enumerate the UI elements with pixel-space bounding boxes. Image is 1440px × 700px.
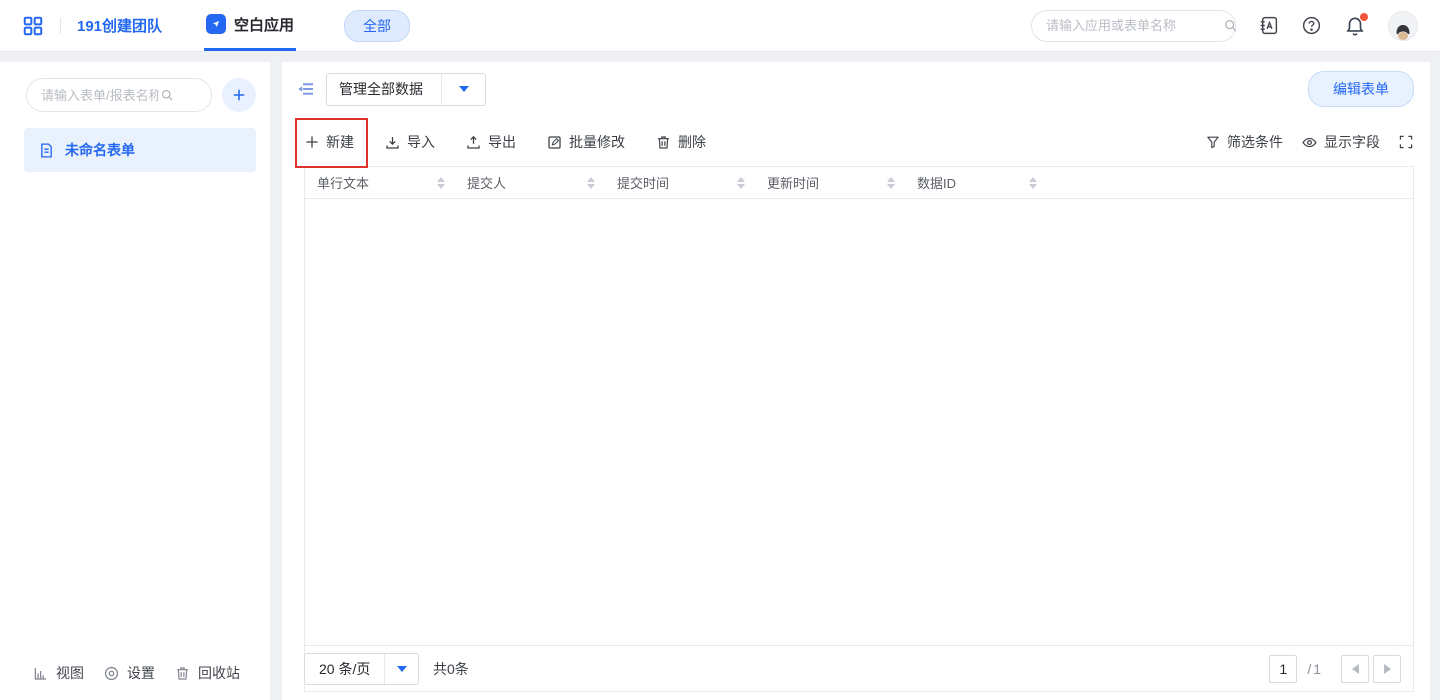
filter-label: 筛选条件 — [1227, 132, 1283, 152]
filter-button[interactable]: 筛选条件 — [1205, 132, 1283, 152]
sort-icon[interactable] — [437, 177, 445, 189]
new-record-label: 新建 — [326, 132, 354, 152]
sort-icon[interactable] — [737, 177, 745, 189]
table-header-row: 单行文本 提交人 提交时间 更新时间 数据ID — [305, 167, 1413, 199]
contacts-icon[interactable] — [1258, 15, 1279, 36]
views-label: 视图 — [56, 663, 84, 683]
page-size-select[interactable]: 20 条/页 — [304, 653, 419, 685]
page-size-value: 20 条/页 — [305, 659, 384, 679]
export-label: 导出 — [488, 132, 516, 152]
column-label: 提交时间 — [617, 173, 669, 192]
settings-label: 设置 — [127, 663, 155, 683]
export-icon — [465, 134, 482, 151]
column-header[interactable]: 更新时间 — [755, 167, 905, 198]
help-icon[interactable] — [1301, 15, 1322, 36]
column-header[interactable]: 提交时间 — [605, 167, 755, 198]
next-page-button[interactable] — [1373, 655, 1401, 683]
column-header[interactable]: 提交人 — [455, 167, 605, 198]
views-button[interactable]: 视图 — [32, 663, 84, 683]
chart-icon — [32, 665, 49, 682]
sort-icon[interactable] — [1029, 177, 1037, 189]
column-header[interactable]: 数据ID — [905, 167, 1047, 198]
global-search-box[interactable] — [1031, 10, 1236, 42]
notification-dot — [1360, 13, 1368, 21]
team-name-link[interactable]: 191创建团队 — [77, 15, 162, 36]
eye-icon — [1301, 134, 1318, 151]
tab-app-active[interactable]: 空白应用 — [204, 0, 296, 51]
app-tab-label: 空白应用 — [234, 14, 294, 35]
header-divider — [60, 18, 61, 34]
user-avatar[interactable] — [1388, 11, 1418, 41]
show-fields-label: 显示字段 — [1324, 132, 1380, 152]
column-label: 提交人 — [467, 173, 506, 192]
workspace: 未命名表单 视图 设置 — [0, 52, 1440, 700]
export-button[interactable]: 导出 — [465, 132, 516, 152]
form-sidebar: 未命名表单 视图 设置 — [0, 62, 270, 700]
total-count-label: 共0条 — [433, 659, 469, 679]
gear-icon — [103, 665, 120, 682]
delete-button[interactable]: 删除 — [655, 132, 706, 152]
edit-form-button[interactable]: 编辑表单 — [1308, 71, 1414, 107]
edit-square-icon — [546, 134, 563, 151]
data-toolbar: 新建 导入 — [304, 118, 1414, 166]
column-label: 数据ID — [917, 173, 956, 192]
form-search-input[interactable] — [41, 88, 159, 103]
batch-edit-label: 批量修改 — [569, 132, 625, 152]
recycle-bin-button[interactable]: 回收站 — [174, 663, 240, 683]
notification-bell-icon[interactable] — [1344, 15, 1366, 37]
add-form-button[interactable] — [222, 78, 256, 112]
form-search-box[interactable] — [26, 78, 212, 112]
collapse-sidebar-icon[interactable] — [296, 79, 316, 99]
table-body-empty — [305, 199, 1413, 645]
app-icon — [206, 14, 226, 34]
trash-icon — [655, 134, 672, 151]
chevron-down-icon[interactable] — [384, 654, 418, 684]
column-header-filler — [1047, 167, 1413, 198]
trash-icon — [174, 665, 191, 682]
chevron-down-icon[interactable] — [441, 74, 485, 105]
funnel-icon — [1205, 134, 1221, 150]
fullscreen-icon[interactable] — [1398, 134, 1414, 150]
prev-page-button[interactable] — [1341, 655, 1369, 683]
search-icon — [159, 87, 175, 103]
show-fields-button[interactable]: 显示字段 — [1301, 132, 1380, 152]
sort-icon[interactable] — [587, 177, 595, 189]
data-table: 单行文本 提交人 提交时间 更新时间 数据ID — [304, 166, 1414, 692]
settings-button[interactable]: 设置 — [103, 663, 155, 683]
app-header: 191创建团队 空白应用 全部 — [0, 0, 1440, 52]
apps-grid-icon[interactable] — [22, 15, 44, 37]
plus-icon — [304, 134, 320, 150]
column-header[interactable]: 单行文本 — [305, 167, 455, 198]
table-footer: 20 条/页 共0条 /1 — [305, 645, 1413, 691]
recycle-bin-label: 回收站 — [198, 663, 240, 683]
delete-label: 删除 — [678, 132, 706, 152]
batch-edit-button[interactable]: 批量修改 — [546, 132, 625, 152]
new-record-button[interactable]: 新建 — [304, 132, 354, 152]
all-filter-pill[interactable]: 全部 — [344, 10, 410, 42]
data-view-select[interactable]: 管理全部数据 — [326, 73, 486, 106]
column-label: 更新时间 — [767, 173, 819, 192]
document-icon — [38, 142, 55, 159]
import-label: 导入 — [407, 132, 435, 152]
sort-icon[interactable] — [887, 177, 895, 189]
column-label: 单行文本 — [317, 173, 369, 192]
sidebar-item-form[interactable]: 未命名表单 — [24, 128, 256, 172]
search-icon — [1222, 17, 1239, 34]
data-management-panel: 管理全部数据 编辑表单 新建 — [282, 62, 1430, 700]
import-button[interactable]: 导入 — [384, 132, 435, 152]
page-number-input[interactable] — [1269, 655, 1297, 683]
arrow-left-icon — [1352, 664, 1359, 674]
global-search-input[interactable] — [1046, 18, 1222, 33]
page-total-label: /1 — [1307, 661, 1323, 677]
arrow-right-icon — [1384, 664, 1391, 674]
import-icon — [384, 134, 401, 151]
sidebar-item-label: 未命名表单 — [65, 140, 135, 160]
data-view-select-value: 管理全部数据 — [327, 79, 441, 99]
